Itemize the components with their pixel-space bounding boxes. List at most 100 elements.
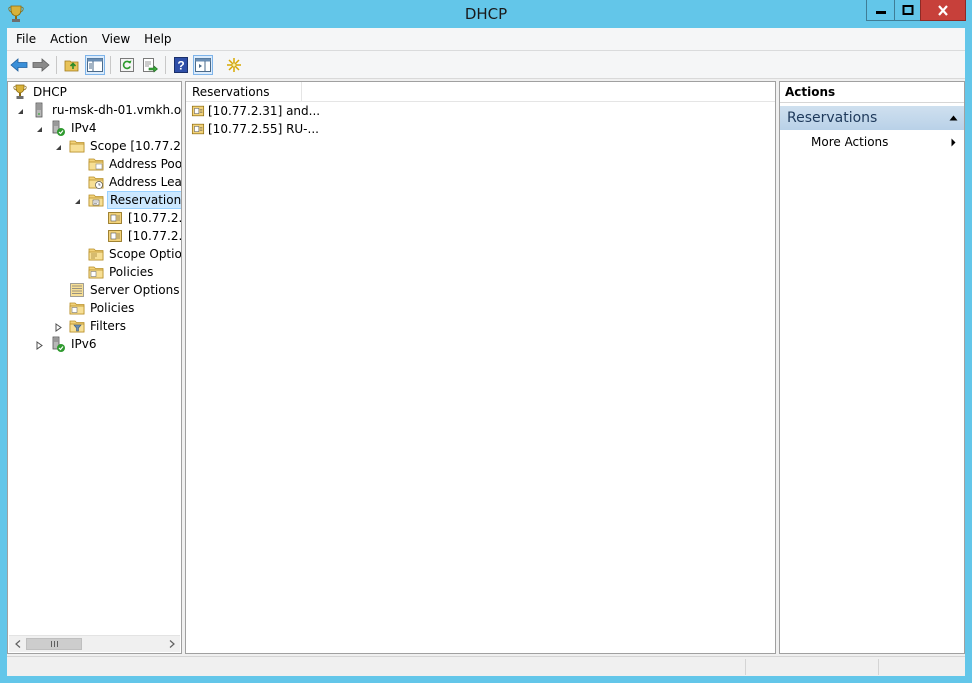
close-button[interactable] [920, 0, 966, 21]
show-hide-action-pane-button[interactable] [193, 55, 213, 75]
tree-node-dhcp[interactable]: DHCP [12, 83, 69, 101]
policies-folder-icon [88, 266, 104, 279]
back-button[interactable] [9, 55, 29, 75]
filters-folder-icon [69, 320, 85, 333]
tree-node-server-options[interactable]: Server Options [69, 281, 181, 299]
submenu-arrow-icon [951, 138, 956, 147]
actions-pane: Actions Reservations More Actions [779, 81, 965, 654]
maximize-icon [902, 5, 913, 15]
forward-icon [32, 58, 50, 72]
tree-node-reservation[interactable]: [10.77.2.55 [107, 227, 182, 245]
scroll-left-button[interactable] [9, 636, 26, 652]
tree-label: Filters [90, 319, 126, 333]
reservation-icon [108, 212, 122, 224]
menu-help[interactable]: Help [137, 28, 178, 51]
chevron-left-icon [14, 640, 20, 648]
column-header-filler [302, 82, 775, 102]
address-pool-folder-icon [88, 158, 104, 171]
tree-node-reservation[interactable]: [10.77.2.31 [107, 209, 182, 227]
ipv6-server-icon [52, 336, 65, 352]
mmc-window: File Action View Help ? DHCP ru-msk-dh-0… [7, 28, 965, 676]
expand-arrow-icon[interactable] [35, 341, 44, 350]
minimize-button[interactable] [866, 0, 895, 21]
tree-node-server[interactable]: ru-msk-dh-01.vmkh.org [31, 101, 182, 119]
tree-node-ipv6[interactable]: IPv6 [50, 335, 99, 353]
tree-horizontal-scrollbar[interactable] [9, 635, 180, 652]
tree-node-address-leases[interactable]: Address Leases [88, 173, 182, 191]
console-tree[interactable]: DHCP ru-msk-dh-01.vmkh.org IPv4 Scope [1… [7, 81, 182, 654]
collapse-triangle-icon[interactable] [949, 115, 958, 121]
tree-node-scope-policies[interactable]: Policies [88, 263, 155, 281]
tree-label: [10.77.2.55 [128, 229, 182, 243]
tree-label: IPv4 [71, 121, 97, 135]
toolbar-separator [165, 56, 166, 74]
list-item[interactable]: [10.77.2.55] RU-... [191, 120, 319, 138]
new-icon [227, 58, 241, 72]
maximize-button[interactable] [894, 0, 921, 21]
expand-arrow-icon[interactable] [54, 323, 63, 332]
back-icon [10, 58, 28, 72]
address-leases-folder-icon [88, 176, 104, 189]
tree-label: Policies [109, 265, 154, 279]
reservation-icon [191, 123, 205, 135]
status-bar [7, 656, 965, 676]
new-button[interactable] [224, 55, 244, 75]
export-list-icon [143, 58, 158, 73]
toolbar-separator [110, 56, 111, 74]
toolbar: ? [7, 51, 965, 79]
dhcp-trophy-icon [8, 5, 24, 22]
tree-label: Reservations [107, 191, 181, 209]
export-list-button[interactable] [140, 55, 160, 75]
reservation-icon [191, 105, 205, 117]
dhcp-trophy-icon [13, 84, 27, 99]
tree-label: DHCP [33, 85, 67, 99]
refresh-button[interactable] [117, 55, 137, 75]
menu-view[interactable]: View [95, 28, 137, 51]
show-hide-action-pane-icon [195, 58, 211, 72]
reservations-folder-icon [88, 194, 104, 207]
list-item[interactable]: [10.77.2.31] and... [191, 102, 320, 120]
scroll-thumb[interactable] [26, 638, 82, 650]
tree-label: Scope Options [109, 247, 182, 261]
list-item-label: [10.77.2.55] RU-... [208, 122, 319, 136]
tree-node-filters[interactable]: Filters [69, 317, 128, 335]
folder-icon [69, 140, 85, 153]
column-header-reservations[interactable]: Reservations [186, 82, 302, 102]
tree-node-scope-options[interactable]: Scope Options [88, 245, 182, 263]
collapse-arrow-icon[interactable] [73, 197, 82, 206]
status-segment [878, 659, 965, 675]
collapse-arrow-icon[interactable] [16, 107, 25, 116]
tree-label: ru-msk-dh-01.vmkh.org [52, 103, 182, 117]
more-actions-item[interactable]: More Actions [780, 132, 964, 152]
tree-node-address-pool[interactable]: Address Pool [88, 155, 182, 173]
show-hide-console-tree-button[interactable] [85, 55, 105, 75]
forward-button[interactable] [31, 55, 51, 75]
menu-action[interactable]: Action [43, 28, 95, 51]
collapse-arrow-icon[interactable] [35, 125, 44, 134]
ipv4-server-icon [52, 120, 65, 136]
tree-label: Address Pool [109, 157, 182, 171]
title-bar[interactable]: DHCP [0, 0, 972, 28]
tree-node-server-policies[interactable]: Policies [69, 299, 136, 317]
tree-label: [10.77.2.31 [128, 211, 182, 225]
results-list[interactable]: Reservations [10.77.2.31] and... [10.77.… [185, 81, 776, 654]
scope-options-folder-icon [88, 248, 104, 261]
chevron-right-icon [169, 640, 175, 648]
actions-section-reservations[interactable]: Reservations [780, 106, 964, 130]
tree-node-scope[interactable]: Scope [10.77.2.0] [69, 137, 181, 155]
scroll-right-button[interactable] [163, 636, 180, 652]
help-button[interactable]: ? [171, 55, 191, 75]
up-folder-icon [64, 60, 79, 72]
tree-node-reservations[interactable]: Reservations [88, 191, 181, 209]
up-one-level-button[interactable] [62, 55, 82, 75]
tree-node-ipv4[interactable]: IPv4 [50, 119, 99, 137]
tree-label: Server Options [90, 283, 180, 297]
show-hide-console-tree-icon [87, 58, 103, 72]
refresh-icon [120, 58, 134, 72]
reservation-icon [108, 230, 122, 242]
tree-label: Address Leases [109, 175, 182, 189]
menu-file[interactable]: File [9, 28, 43, 51]
collapse-arrow-icon[interactable] [54, 143, 63, 152]
server-icon [35, 102, 43, 118]
server-options-icon [70, 283, 84, 297]
